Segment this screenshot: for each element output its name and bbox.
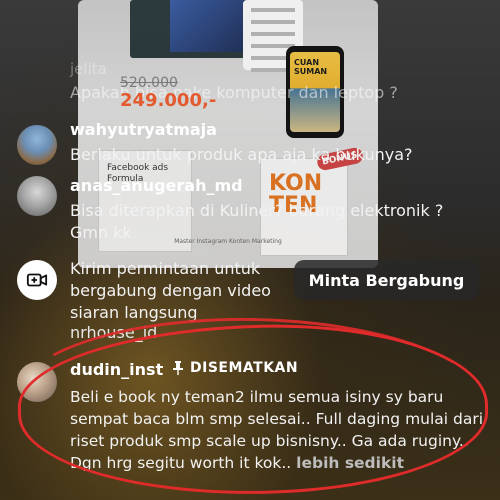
- comment-username[interactable]: anas_anugerah_md: [70, 176, 243, 195]
- comment-text: Berlaku untuk produk apa aja ka bukunya?: [70, 145, 413, 164]
- join-request-text: Kirim permintaan untuk bergabung dengan …: [70, 259, 271, 322]
- request-join-button[interactable]: Minta Bergabung: [294, 260, 479, 300]
- add-video-icon[interactable]: [17, 260, 57, 300]
- old-price: 520.000: [120, 75, 178, 91]
- comment-username[interactable]: wahyutryatmaja: [70, 120, 217, 139]
- comment-username: jelita: [70, 60, 107, 78]
- avatar[interactable]: [17, 176, 57, 216]
- comment-text: Bisa diterapkan di Kuliner? barang elekt…: [70, 201, 444, 242]
- avatar[interactable]: [17, 125, 57, 165]
- new-price: 249.000,-: [120, 90, 217, 111]
